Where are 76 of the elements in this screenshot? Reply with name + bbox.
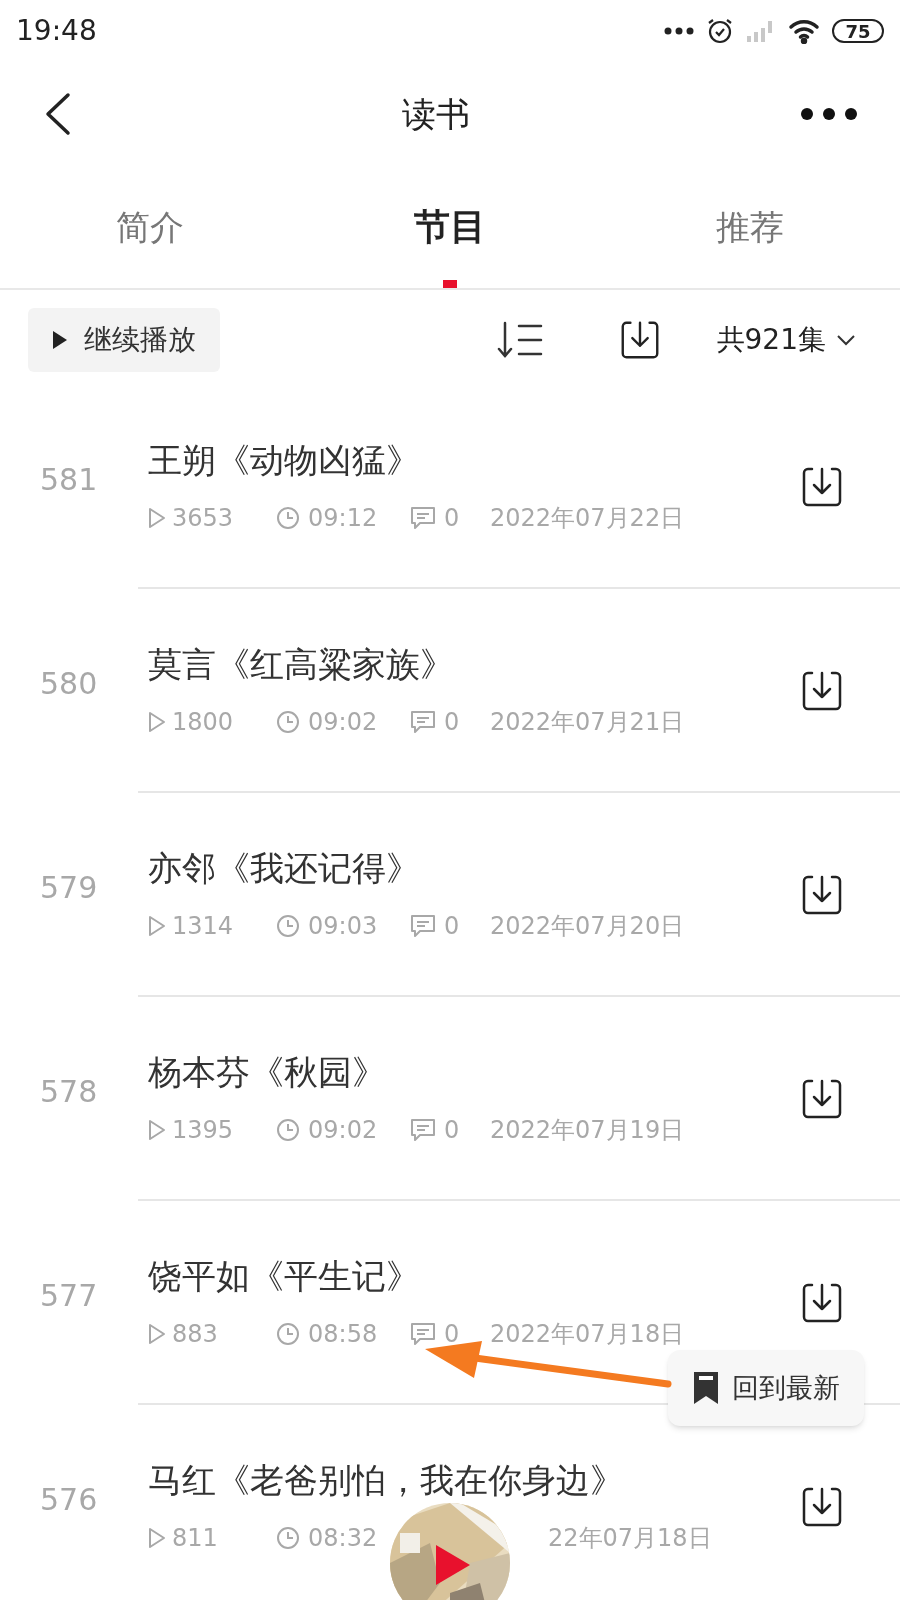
duration: 09:12 <box>308 503 378 534</box>
episode-title: 王朔《动物凶猛》 <box>148 439 421 482</box>
publish-date: 2022年07月20日 <box>490 911 685 942</box>
play-icon <box>148 915 166 937</box>
play-count: 1314 <box>172 911 234 942</box>
play-icon <box>148 507 166 529</box>
play-count: 1395 <box>172 1115 234 1146</box>
play-count: 3653 <box>172 503 234 534</box>
comment-icon <box>410 709 436 735</box>
comment-count: 0 <box>444 1115 460 1146</box>
wifi-icon <box>788 18 820 44</box>
continue-play-button[interactable]: 继续播放 <box>28 308 220 372</box>
chevron-down-icon <box>836 334 856 346</box>
alarm-icon <box>706 17 734 45</box>
episode-item[interactable]: 莫言《红高粱家族》 1800 09:02 0 2022年07月21日 <box>138 639 798 740</box>
episode-number: 579 <box>40 869 98 907</box>
clock-icon <box>276 506 300 530</box>
comment-icon <box>410 505 436 531</box>
back-to-latest-button[interactable]: 回到最新 <box>668 1350 864 1426</box>
bookmark-icon <box>692 1370 720 1406</box>
episode-number: 578 <box>40 1073 98 1111</box>
comment-count: 0 <box>444 1319 460 1350</box>
duration: 08:58 <box>308 1319 378 1350</box>
tab-indicator <box>443 280 457 288</box>
episode-item[interactable]: 杨本芬《秋园》 1395 09:02 0 2022年07月19日 <box>138 1047 798 1148</box>
episode-title: 饶平如《平生记》 <box>148 1255 421 1298</box>
episode-count-dropdown[interactable]: 共921集 <box>716 319 856 361</box>
tab[interactable]: 简介 <box>116 201 184 253</box>
play-count: 1800 <box>172 707 234 738</box>
publish-date: 2022年07月19日 <box>490 1115 685 1146</box>
clock-icon <box>276 1526 300 1550</box>
publish-date: 2022年07月21日 <box>490 707 685 738</box>
episode-number: 580 <box>40 665 98 703</box>
more-icon[interactable] <box>800 107 858 121</box>
clock-icon <box>276 1322 300 1346</box>
comment-count: 0 <box>444 503 460 534</box>
play-icon <box>148 1323 166 1345</box>
episode-item[interactable]: 王朔《动物凶猛》 3653 09:12 0 2022年07月22日 <box>138 435 798 536</box>
clock-icon <box>276 914 300 938</box>
episode-number: 581 <box>40 461 98 499</box>
play-icon <box>148 711 166 733</box>
comment-icon <box>410 1321 436 1347</box>
episode-item[interactable]: 饶平如《平生记》 883 08:58 0 2022年07月18日 <box>138 1251 798 1352</box>
publish-date: 2022年07月22日 <box>490 503 685 534</box>
play-icon <box>148 1527 166 1549</box>
episode-item[interactable]: 亦邻《我还记得》 1314 09:03 0 2022年07月20日 <box>138 843 798 944</box>
play-icon <box>52 330 68 350</box>
publish-date: 22年07月18日 <box>548 1523 712 1554</box>
play-icon <box>148 1119 166 1141</box>
clock-icon <box>276 1118 300 1142</box>
comment-icon <box>410 1117 436 1143</box>
episode-title: 马红《老爸别怕，我在你身边》 <box>148 1459 625 1502</box>
sort-icon[interactable] <box>496 320 543 360</box>
episode-item[interactable]: 马红《老爸别怕，我在你身边》 811 08:32 22年07月18日 <box>138 1455 798 1556</box>
tab[interactable]: 节目 <box>414 200 486 254</box>
play-count: 883 <box>172 1319 218 1350</box>
duration: 08:32 <box>308 1523 378 1554</box>
more-notifications-icon <box>664 27 694 35</box>
battery-indicator: 75 <box>832 19 884 43</box>
status-time: 19:48 <box>16 13 97 49</box>
duration: 09:02 <box>308 707 378 738</box>
comment-count: 0 <box>444 707 460 738</box>
episode-title: 杨本芬《秋园》 <box>148 1051 387 1094</box>
clock-icon <box>276 710 300 734</box>
comment-icon <box>410 913 436 939</box>
episode-number: 576 <box>40 1481 98 1519</box>
episode-title: 莫言《红高粱家族》 <box>148 643 455 686</box>
play-count: 811 <box>172 1523 218 1554</box>
episode-number: 577 <box>40 1277 98 1315</box>
episode-title: 亦邻《我还记得》 <box>148 847 421 890</box>
publish-date: 2022年07月18日 <box>490 1319 685 1350</box>
page-title: 读书 <box>402 92 470 136</box>
duration: 09:03 <box>308 911 378 942</box>
comment-count: 0 <box>444 911 460 942</box>
tab[interactable]: 推荐 <box>716 201 784 253</box>
duration: 09:02 <box>308 1115 378 1146</box>
